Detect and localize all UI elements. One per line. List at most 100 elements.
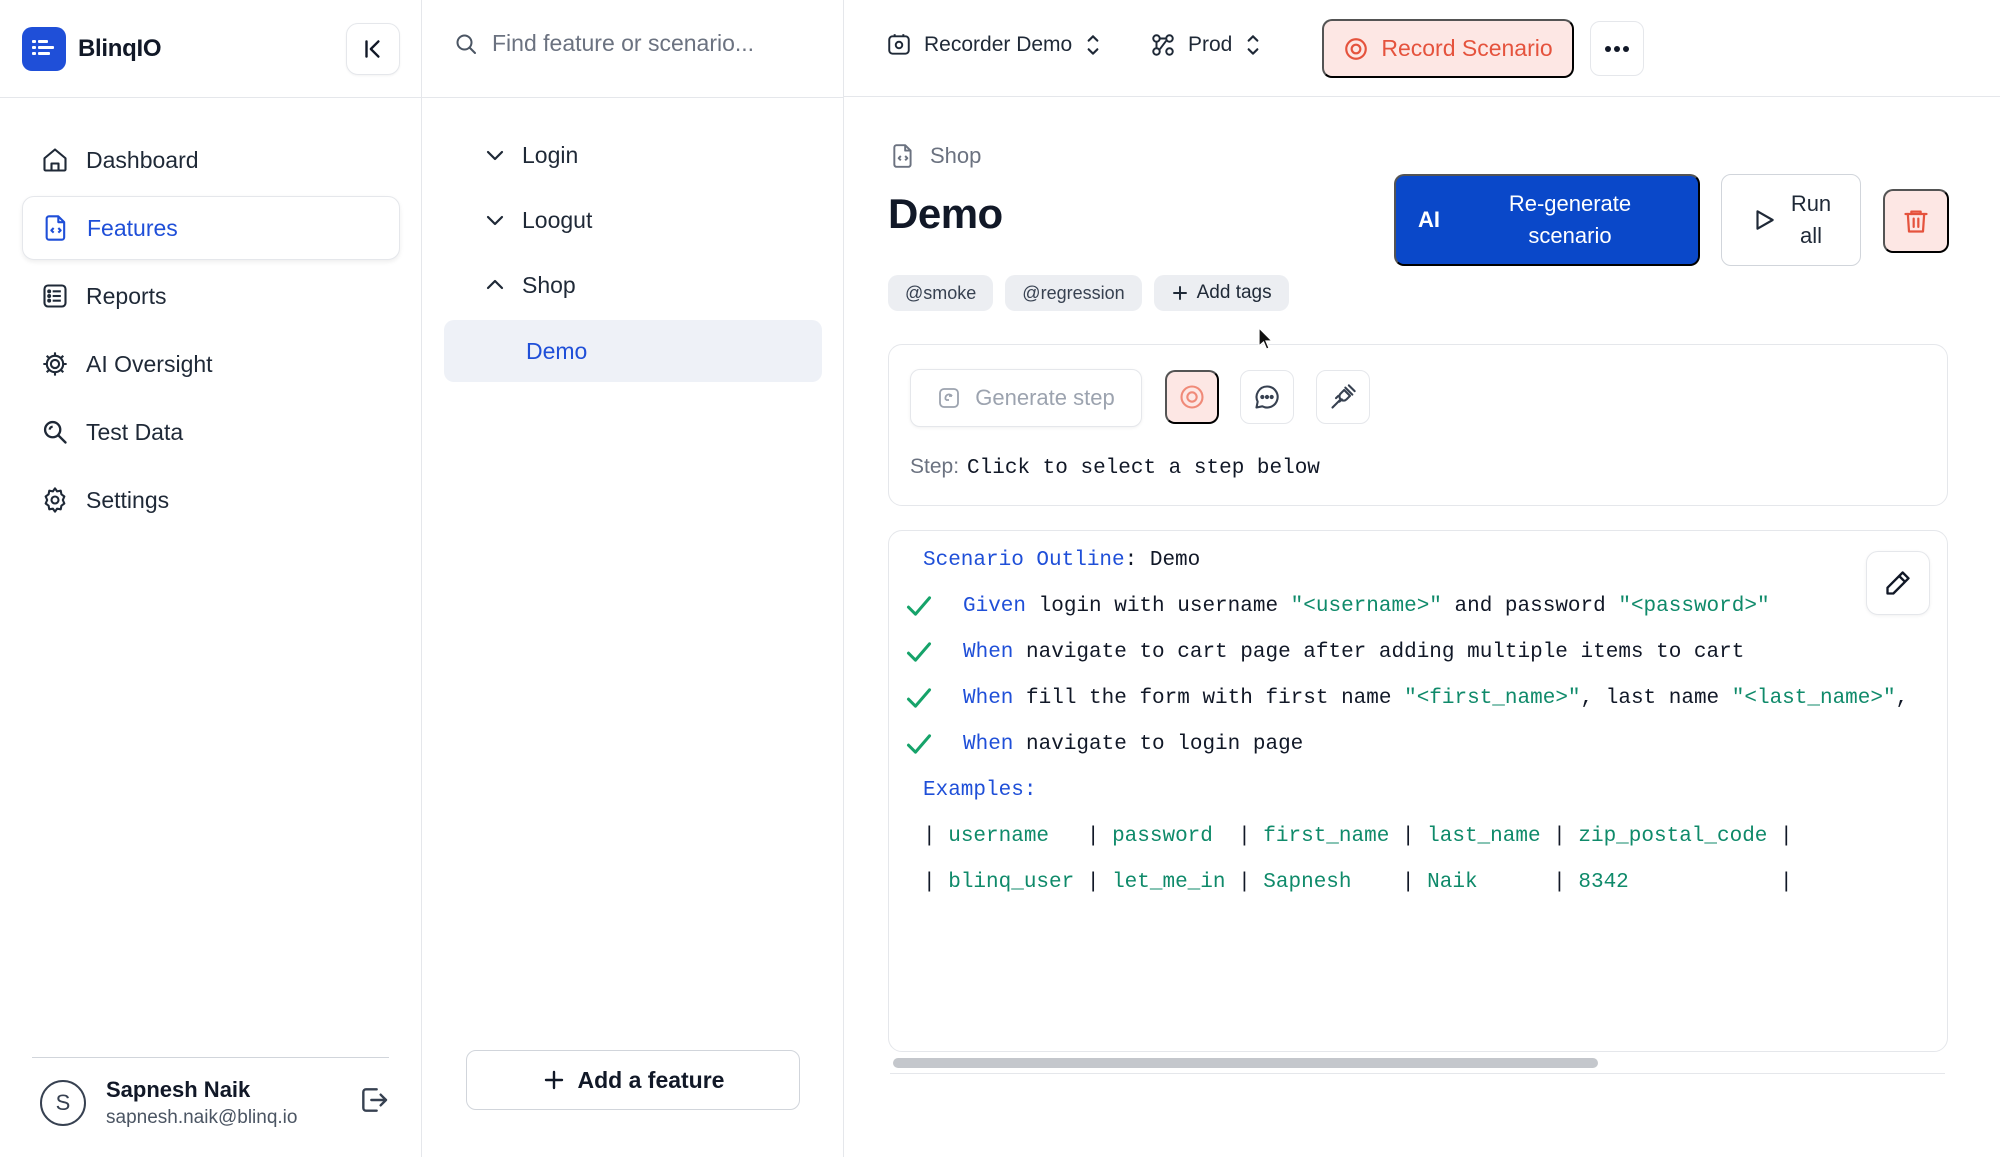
top-bar: Recorder Demo Prod Record Scenario: [844, 0, 2000, 97]
ai-gear-icon: [40, 349, 70, 379]
search-icon: [456, 34, 476, 54]
more-horizontal-icon: [1605, 45, 1629, 52]
logout-button[interactable]: [358, 1084, 390, 1116]
generate-step-button[interactable]: Generate step: [910, 369, 1142, 427]
chevron-up-icon: [482, 272, 508, 298]
scrollbar-thumb[interactable]: [893, 1058, 1598, 1068]
step-prefix: Step:: [910, 455, 960, 478]
tree-item-loogut[interactable]: Loogut: [444, 190, 822, 250]
ai-badge: AI: [1418, 207, 1440, 232]
tree-item-login[interactable]: Login: [444, 125, 822, 185]
project-selector[interactable]: Recorder Demo: [886, 32, 1102, 58]
logout-icon: [362, 1088, 388, 1112]
generate-icon: [939, 388, 960, 408]
outline-keyword: Scenario Outline: [923, 548, 1125, 572]
tag-chip[interactable]: @regression: [1005, 275, 1142, 311]
regenerate-label: Re-generate scenario: [1462, 188, 1698, 252]
add-feature-button[interactable]: Add a feature: [466, 1050, 800, 1110]
sidebar-item-settings[interactable]: Settings: [22, 468, 400, 532]
record-step-button[interactable]: [1165, 370, 1219, 424]
breadcrumb[interactable]: Shop: [890, 142, 981, 170]
environment-icon: [1152, 34, 1174, 56]
more-options-button[interactable]: [1590, 21, 1644, 76]
collapse-sidebar-button[interactable]: [346, 23, 400, 75]
divider: [0, 97, 422, 98]
examples-data-row: | blinq_user | let_me_in | Sapnesh | Nai…: [923, 867, 1805, 897]
sidebar-item-ai-oversight[interactable]: AI Oversight: [22, 332, 400, 396]
sort-arrows-icon: [1247, 35, 1259, 55]
run-label-line-2: all: [1799, 223, 1822, 248]
table-cell: zip_postal_code: [1578, 824, 1768, 848]
sidebar-item-dashboard[interactable]: Dashboard: [22, 128, 400, 192]
sidebar-item-test-data[interactable]: Test Data: [22, 400, 400, 464]
chat-bubble-icon: [1255, 385, 1279, 409]
step-line[interactable]: Given login with username "<username>" a…: [963, 591, 1770, 621]
regenerate-label-line-2: scenario: [1528, 223, 1612, 248]
table-cell: password: [1112, 824, 1226, 848]
add-tags-button[interactable]: Add tags: [1153, 275, 1289, 311]
horizontal-scrollbar[interactable]: [848, 1056, 1908, 1070]
table-pipe: |: [923, 870, 949, 894]
step-text: fill the form with first name: [1013, 686, 1405, 710]
step-line[interactable]: When fill the form with first name "<fir…: [963, 683, 1908, 713]
magnifier-icon: [40, 417, 70, 447]
step-text: ,: [1895, 686, 1909, 710]
list-icon: [40, 281, 70, 311]
table-pipe: |: [1540, 870, 1579, 894]
delete-scenario-button[interactable]: [1883, 189, 1949, 253]
tree-item-label: Shop: [522, 271, 576, 298]
step-parameter: "<last_name>": [1731, 686, 1896, 710]
search-input[interactable]: [492, 30, 812, 57]
sidebar: BlinqIO Dashboard Features Reports AI Ov…: [0, 0, 422, 1157]
pencil-icon: [1886, 571, 1910, 595]
step-parameter: "<password>": [1618, 594, 1770, 618]
table-cell: let_me_in: [1112, 870, 1226, 894]
run-label-line-1: Run: [1790, 191, 1832, 216]
run-all-button[interactable]: Run all: [1721, 174, 1861, 266]
tree-item-shop[interactable]: Shop: [444, 255, 822, 315]
check-icon: [906, 734, 932, 754]
gherkin-code[interactable]: Scenario Outline: Demo Given login with u…: [889, 531, 1947, 1031]
table-cell: username: [948, 824, 1075, 848]
sidebar-item-label: Features: [87, 214, 178, 241]
feature-tree: Login Loogut Shop Demo: [444, 125, 822, 382]
tree-item-demo[interactable]: Demo: [444, 320, 822, 382]
regenerate-scenario-button[interactable]: AI Re-generate scenario: [1394, 174, 1700, 266]
step-line[interactable]: When navigate to login page: [963, 729, 1303, 759]
record-icon: [1180, 385, 1204, 409]
table-pipe: |: [1767, 824, 1806, 848]
examples-header-row: | username | password | first_name | las…: [923, 821, 1805, 851]
table-cell: blinq_user: [948, 870, 1075, 894]
environment-selector[interactable]: Prod: [1150, 32, 1262, 58]
link-step-button[interactable]: [1316, 370, 1370, 424]
user-email: sapnesh.naik@blinq.io: [106, 1107, 298, 1128]
step-text: and password: [1441, 594, 1619, 618]
table-cell: last_name: [1427, 824, 1541, 848]
record-scenario-button[interactable]: Record Scenario: [1322, 19, 1574, 78]
sort-arrows-icon: [1087, 35, 1099, 55]
table-pipe: |: [1389, 824, 1428, 848]
run-all-label: Run all: [1791, 188, 1831, 252]
user-profile[interactable]: S Sapnesh Naik sapnesh.naik@blinq.io: [40, 1077, 297, 1129]
divider: [422, 97, 844, 98]
mouse-cursor-icon: [1258, 327, 1274, 351]
step-keyword: When: [963, 732, 1014, 756]
tag-chip[interactable]: @smoke: [888, 275, 994, 311]
breadcrumb-feature: Shop: [930, 143, 982, 168]
brand[interactable]: BlinqIO: [22, 27, 162, 71]
record-label: Record Scenario: [1381, 35, 1553, 61]
table-pipe: |: [1767, 870, 1806, 894]
generate-step-label: Generate step: [975, 385, 1115, 410]
step-parameter: "<first_name>": [1404, 686, 1581, 710]
scenario-editor: Shop Demo AI Re-generate scenario Run al…: [844, 98, 2000, 1157]
step-line[interactable]: When navigate to cart page after adding …: [963, 637, 1744, 667]
sidebar-item-reports[interactable]: Reports: [22, 264, 400, 328]
brand-logo-icon: [22, 27, 66, 71]
step-editor-card: Generate step Step: Click to select a st…: [888, 344, 1948, 506]
comment-step-button[interactable]: [1240, 370, 1294, 424]
table-pipe: |: [1225, 870, 1264, 894]
sidebar-item-features[interactable]: Features: [22, 196, 400, 260]
table-pipe: |: [1389, 870, 1428, 894]
edit-scenario-button[interactable]: [1866, 551, 1930, 615]
page-title: Demo: [888, 190, 1003, 237]
